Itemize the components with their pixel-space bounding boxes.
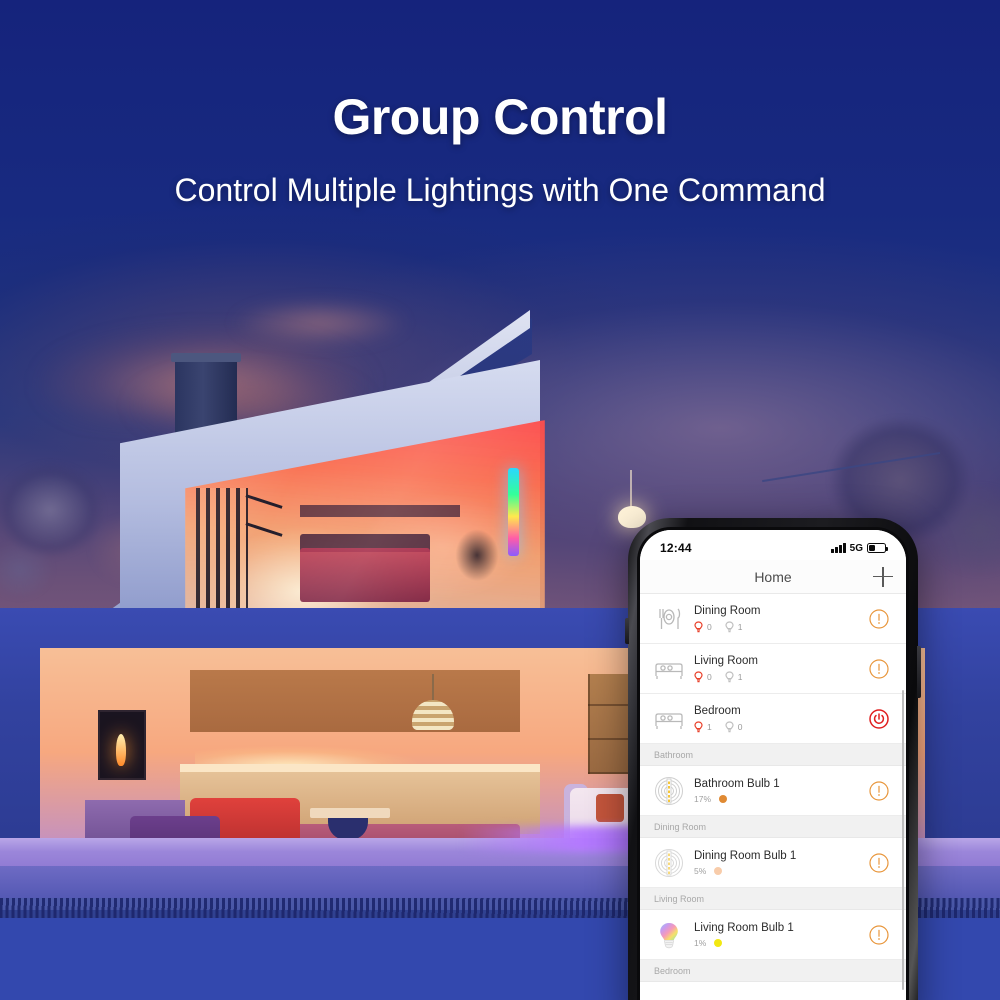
light-strip-icon: [654, 776, 684, 806]
count-value: 0: [737, 722, 743, 733]
count-value: 1: [737, 672, 743, 683]
color-swatch: [714, 866, 723, 875]
count-value: 1: [737, 622, 743, 633]
chimney-cap: [171, 353, 241, 362]
count-value: 0: [707, 622, 712, 633]
counter-top: [180, 764, 540, 772]
bulb-off-icon: [725, 671, 734, 683]
bowl: [328, 818, 368, 838]
dining-utensils-icon: [654, 606, 684, 632]
color-swatch: [714, 938, 723, 947]
device-row[interactable]: Bathroom Bulb 1 17%: [640, 766, 906, 816]
light-strip-icon: [654, 848, 684, 878]
plus-icon[interactable]: [873, 566, 893, 587]
device-info: Living Room Bulb 1 1%: [694, 922, 868, 948]
device-meta: 5%: [694, 866, 868, 876]
section-header: Dining Room: [640, 816, 906, 838]
power-icon[interactable]: [868, 708, 890, 730]
bulb-off-icon: [725, 721, 734, 733]
room-info: Dining Room 0 1: [694, 604, 868, 633]
color-bulb-icon: [654, 920, 684, 950]
warning-icon[interactable]: [868, 780, 890, 802]
device-info: Bathroom Bulb 1 17%: [694, 778, 868, 804]
section-header: Bedroom: [640, 960, 906, 982]
phone-screen: 12:44 5G Home Dining Room 0 1 Living Roo…: [640, 530, 906, 1000]
section-header: Bathroom: [640, 744, 906, 766]
device-info: Dining Room Bulb 1 5%: [694, 850, 868, 876]
bed-icon: [654, 656, 684, 682]
room-row[interactable]: Bedroom 1 0: [640, 694, 906, 744]
device-meta: 17%: [694, 794, 868, 804]
home-list[interactable]: Dining Room 0 1 Living Room 0 1 Bedroom …: [640, 594, 906, 990]
phone-frame: 12:44 5G Home Dining Room 0 1 Living Roo…: [625, 518, 921, 1000]
color-swatch: [719, 794, 728, 803]
warning-icon[interactable]: [868, 852, 890, 874]
device-meta: 1%: [694, 938, 868, 948]
coffee-table: [310, 808, 390, 818]
count-value: 1: [707, 722, 712, 733]
bulbs-on-count: 0: [694, 621, 712, 633]
battery-icon: [867, 543, 889, 553]
brightness-value: 5%: [694, 865, 707, 876]
room-row[interactable]: Dining Room 0 1: [640, 594, 906, 644]
phone-bezel: 12:44 5G Home Dining Room 0 1 Living Roo…: [637, 527, 909, 1000]
flame: [116, 734, 126, 766]
warning-icon[interactable]: [868, 608, 890, 630]
bulbs-off-count: 1: [725, 671, 743, 683]
device-name: Living Room Bulb 1: [694, 921, 794, 934]
volume-side-button[interactable]: [625, 618, 629, 644]
room-bulb-counts: 0 1: [694, 671, 868, 683]
under-cabinet-lighting: [195, 732, 525, 766]
nav-title: Home: [754, 568, 792, 585]
device-name: Bathroom Bulb 1: [694, 777, 780, 790]
page-title: Group Control: [332, 89, 668, 145]
room-info: Bedroom 1 0: [694, 704, 868, 733]
cushion: [596, 794, 624, 822]
status-clock: 12:44: [660, 541, 692, 555]
room-name: Living Room: [694, 654, 758, 667]
power-side-button[interactable]: [917, 646, 921, 698]
bulb-on-icon: [694, 621, 703, 633]
count-value: 0: [707, 672, 712, 683]
nav-bar: Home: [640, 560, 906, 594]
led-light-strip: [508, 468, 519, 556]
room-name: Dining Room: [694, 604, 761, 617]
brightness-value: 17%: [694, 793, 712, 804]
bulbs-on-count: 1: [694, 721, 712, 733]
status-bar: 12:44 5G: [640, 530, 906, 560]
cellular-bars-icon: [831, 543, 846, 553]
device-row[interactable]: Living Room Bulb 1 1%: [640, 910, 906, 960]
bulb-off-icon: [725, 621, 734, 633]
kitchen-cabinets: [190, 670, 520, 732]
room-row[interactable]: Living Room 0 1: [640, 644, 906, 694]
device-row[interactable]: Dining Room Bulb 1 5%: [640, 838, 906, 888]
scrollbar[interactable]: [901, 690, 904, 990]
brightness-value: 1%: [694, 937, 707, 948]
bulbs-off-count: 0: [725, 721, 743, 733]
device-name: Dining Room Bulb 1: [694, 849, 797, 862]
bed-icon: [654, 706, 684, 732]
room-info: Living Room 0 1: [694, 654, 868, 683]
room-name: Bedroom: [694, 704, 741, 717]
room-bulb-counts: 0 1: [694, 621, 868, 633]
network-type-label: 5G: [849, 542, 863, 554]
cloud: [230, 300, 410, 346]
warning-icon[interactable]: [868, 658, 890, 680]
pendant-cord: [630, 470, 632, 510]
phone-mockup: 12:44 5G Home Dining Room 0 1 Living Roo…: [625, 518, 921, 1000]
page-subtitle: Control Multiple Lightings with One Comm…: [174, 172, 826, 208]
bulbs-off-count: 1: [725, 621, 743, 633]
purple-armchair: [130, 816, 220, 838]
status-indicators: 5G: [831, 542, 889, 554]
warning-icon[interactable]: [868, 924, 890, 946]
hero-text-block: Group Control Control Multiple Lightings…: [0, 0, 1000, 209]
room-bulb-counts: 1 0: [694, 721, 868, 733]
section-header: Living Room: [640, 888, 906, 910]
bulb-on-icon: [694, 671, 703, 683]
bulbs-on-count: 0: [694, 671, 712, 683]
bulb-on-icon: [694, 721, 703, 733]
